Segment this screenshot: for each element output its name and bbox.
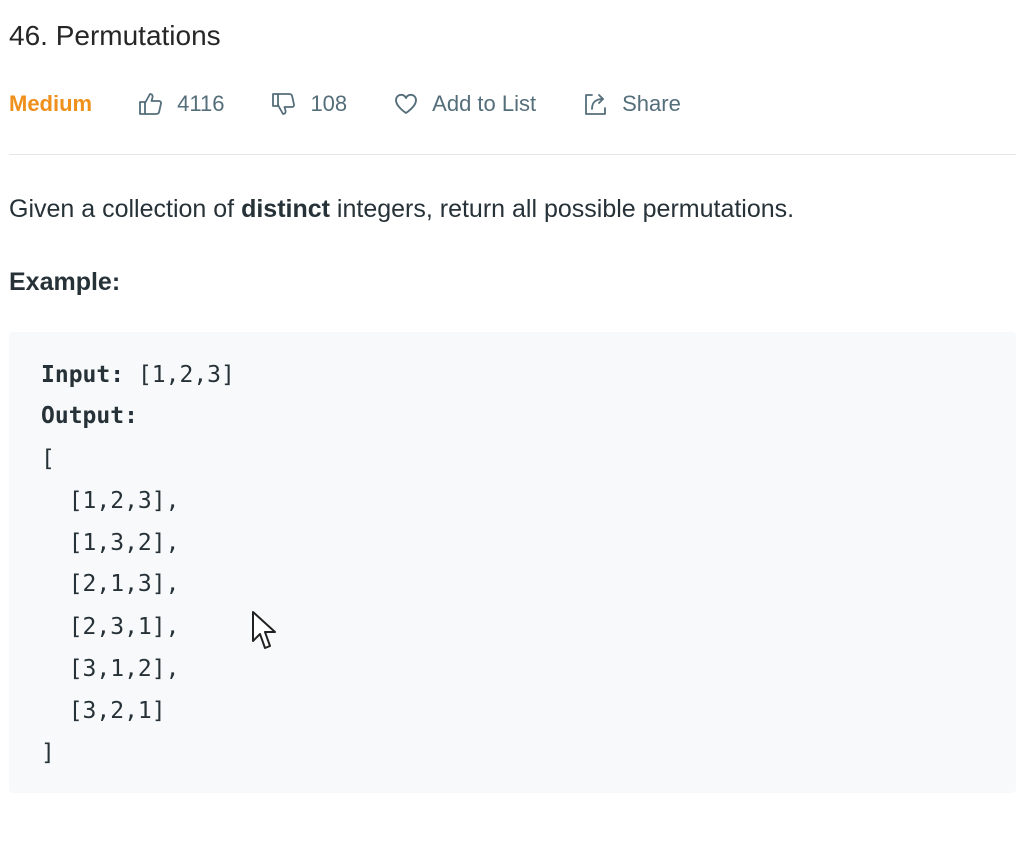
example-input-line: Input: [1,2,3] xyxy=(41,360,235,390)
statement-prefix: Given a collection of xyxy=(9,195,242,223)
problem-statement: Given a collection of distinct integers,… xyxy=(9,191,794,227)
problem-title: 46. Permutations xyxy=(9,20,221,51)
dislike-count: 108 xyxy=(310,91,348,116)
example-output-line: Output: xyxy=(41,401,138,431)
share-icon xyxy=(585,94,607,115)
example-heading: Example: xyxy=(9,268,121,296)
output-row: [2,1,3], xyxy=(41,571,180,597)
output-row: [2,3,1], xyxy=(41,614,180,640)
output-label: Output: xyxy=(41,403,138,429)
statement-suffix: integers, return all possible permutatio… xyxy=(329,195,795,223)
add-to-list-label: Add to List xyxy=(432,91,537,116)
input-label: Input: xyxy=(41,362,125,388)
thumbs-down-icon xyxy=(272,93,296,115)
section-divider xyxy=(9,154,1016,155)
output-row: [3,1,2], xyxy=(41,656,180,682)
add-to-list-button[interactable]: Add to List xyxy=(393,91,536,117)
output-close-bracket: ] xyxy=(41,740,55,766)
like-count: 4116 xyxy=(177,91,225,116)
like-button[interactable]: 4116 xyxy=(137,90,224,118)
output-row: [1,3,2], xyxy=(41,530,180,556)
problem-meta-bar: Medium 4116 108 Add to List Share xyxy=(9,86,727,122)
heart-icon xyxy=(395,93,418,114)
input-value: [1,2,3] xyxy=(124,362,235,388)
output-row: [1,2,3], xyxy=(41,488,180,514)
dislike-button[interactable]: 108 xyxy=(270,90,347,118)
mouse-cursor-icon xyxy=(252,611,276,649)
example-code-block: Input: [1,2,3] Output: [ [1,2,3], [1,3,2… xyxy=(9,332,1016,793)
output-open-bracket: [ xyxy=(41,446,55,472)
difficulty-label: Medium xyxy=(9,91,93,116)
share-label: Share xyxy=(622,91,681,116)
share-button[interactable]: Share xyxy=(582,90,681,118)
statement-emphasis: distinct xyxy=(241,195,330,223)
thumbs-up-icon xyxy=(139,93,163,115)
output-row: [3,2,1] xyxy=(41,698,166,724)
problem-description-panel: 46. Permutations Medium 4116 108 Add to … xyxy=(9,0,1016,854)
